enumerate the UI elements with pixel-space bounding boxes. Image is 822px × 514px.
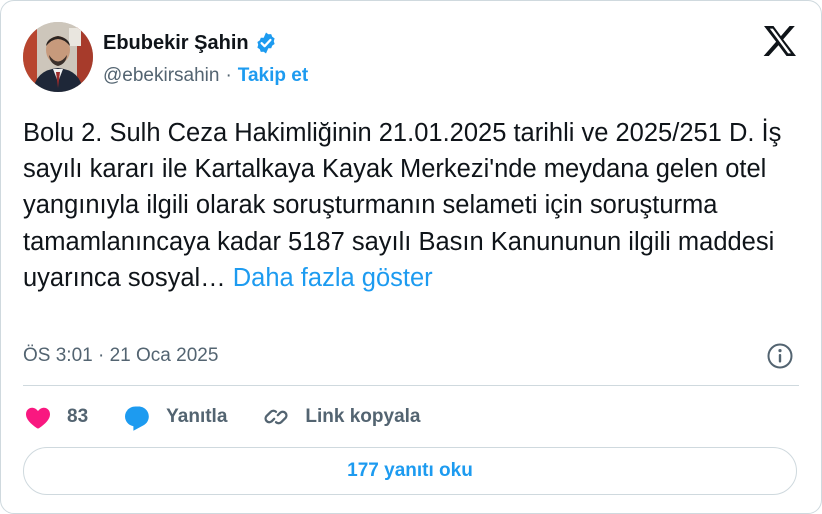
copy-link-label: Link kopyala <box>305 406 421 427</box>
author-name[interactable]: Ebubekir Şahin <box>103 32 249 55</box>
info-icon[interactable] <box>766 342 794 370</box>
heart-icon <box>26 407 50 429</box>
reply-button[interactable]: Yanıtla <box>122 402 227 432</box>
read-replies-button[interactable]: 177 yanıtı oku <box>23 447 797 495</box>
author-handle[interactable]: @ebekirsahin <box>103 65 219 87</box>
follow-button[interactable]: Takip et <box>238 65 308 87</box>
link-icon <box>264 409 288 425</box>
avatar[interactable] <box>23 22 93 92</box>
show-more-link[interactable]: Daha fazla göster <box>233 264 433 292</box>
author-name-row: Ebubekir Şahin <box>103 31 278 55</box>
like-count: 83 <box>67 406 89 427</box>
like-button[interactable]: 83 <box>23 402 88 432</box>
tweet-text: Bolu 2. Sulh Ceza Hakimliğinin 21.01.202… <box>23 115 803 296</box>
divider <box>23 385 799 386</box>
separator-dot: · <box>225 65 232 86</box>
verified-badge-icon <box>254 31 278 55</box>
tweet-timestamp[interactable]: ÖS 3:01 · 21 Oca 2025 <box>23 345 218 367</box>
reply-bubble-icon <box>125 406 149 431</box>
copy-link-button[interactable]: Link kopyala <box>261 402 421 432</box>
embedded-tweet-card: Ebubekir Şahin @ebekirsahin · Takip et B… <box>0 0 822 514</box>
reply-label: Yanıtla <box>166 406 228 427</box>
action-bar: 83 Yanıtla Link kopyala <box>23 401 455 433</box>
author-handle-row: @ebekirsahin · Takip et <box>103 65 308 87</box>
x-logo-icon[interactable] <box>763 25 797 57</box>
